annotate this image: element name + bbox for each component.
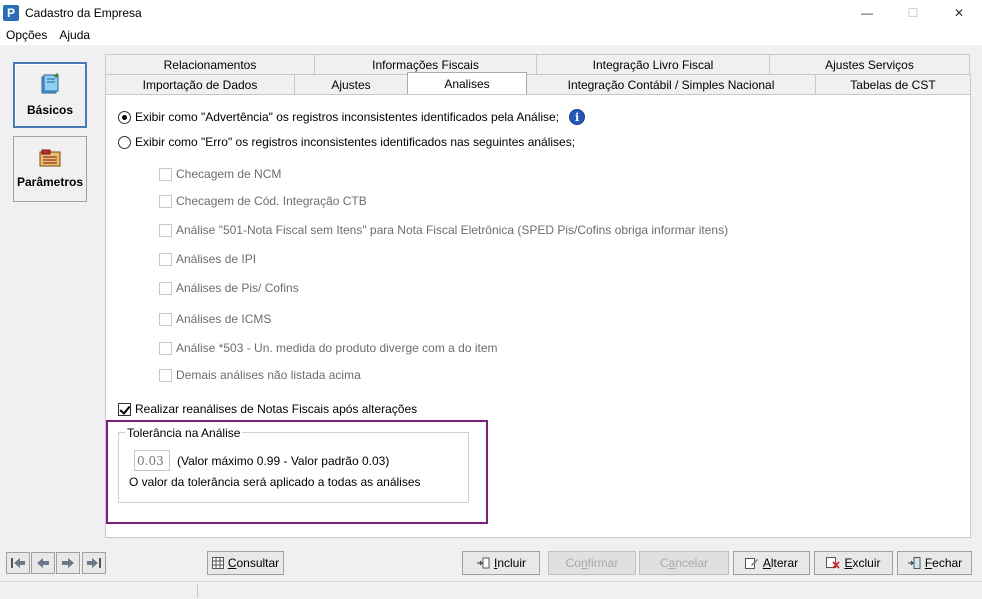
menu-ajuda[interactable]: Ajuda (53, 28, 96, 42)
close-button[interactable]: ✕ (936, 0, 982, 25)
check-ipi[interactable]: Análises de IPI (159, 252, 256, 266)
checkbox[interactable] (159, 281, 172, 295)
next-icon (62, 558, 74, 568)
nav-prev-button[interactable] (31, 552, 55, 574)
check-label: Análises de ICMS (176, 312, 272, 326)
prev-icon (37, 558, 49, 568)
app-icon: P (3, 4, 19, 21)
radio-error-label: Exibir como "Erro" os registros inconsis… (135, 135, 576, 149)
tolerance-group: Tolerância na Análise 0.03 (Valor máximo… (118, 426, 469, 503)
check-501[interactable]: Análise "501-Nota Fiscal sem Itens" para… (159, 223, 728, 237)
radio-error-indicator[interactable] (118, 135, 131, 149)
radio-error[interactable]: Exibir como "Erro" os registros inconsis… (118, 135, 575, 149)
consultar-button[interactable]: Consultar (207, 551, 284, 575)
tolerance-note: O valor da tolerância será aplicado a to… (129, 475, 421, 489)
tolerance-input[interactable]: 0.03 (134, 450, 170, 471)
exit-icon (907, 557, 921, 569)
window-title: Cadastro da Empresa (25, 5, 142, 20)
tab-informacoes-fiscais[interactable]: Informações Fiscais (314, 54, 537, 74)
minimize-button[interactable]: — (844, 0, 890, 25)
menu-opcoes[interactable]: Opções (0, 28, 53, 42)
check-cod-integracao[interactable]: Checagem de Cód. Integração CTB (159, 194, 367, 208)
table-icon (211, 557, 224, 569)
check-pis-cofins[interactable]: Análises de Pis/ Cofins (159, 281, 299, 295)
check-label: Análises de IPI (176, 252, 257, 266)
tab-integracao-contabil[interactable]: Integração Contábil / Simples Nacional (526, 74, 816, 94)
edit-icon (744, 558, 758, 569)
tab-ajustes-servicos[interactable]: Ajustes Serviços (769, 54, 970, 74)
maximize-button[interactable]: ☐ (890, 0, 936, 25)
checkbox[interactable] (159, 312, 172, 326)
fechar-button[interactable]: Fechar (897, 551, 972, 575)
analises-panel: Exibir como "Advertência" os registros i… (105, 94, 971, 538)
checkbox[interactable] (159, 252, 172, 266)
radio-warning-indicator[interactable] (118, 110, 131, 124)
check-label: Análise *503 - Un. medida do produto div… (176, 341, 498, 355)
checkbox[interactable] (159, 194, 172, 208)
last-icon (87, 558, 101, 568)
incluir-button[interactable]: Incluir (462, 551, 540, 575)
sidebar-item-label: Parâmetros (16, 175, 84, 189)
nav-next-button[interactable] (56, 552, 80, 574)
sidebar: Básicos Parâmetros (13, 62, 87, 210)
excluir-button[interactable]: Excluir (814, 551, 893, 575)
check-label: Checagem de Cód. Integração CTB (176, 194, 367, 208)
title-bar: P Cadastro da Empresa — ☐ ✕ (0, 0, 982, 25)
action-bar: Consultar Incluir Co n firmar Ca ncelar Alt… (0, 548, 982, 578)
checkbox[interactable] (159, 368, 172, 382)
tab-analises[interactable]: Analises (407, 72, 527, 94)
check-label: Análises de Pis/ Cofins (176, 281, 299, 295)
checkbox[interactable] (159, 167, 172, 181)
tab-importacao-de-dados[interactable]: Importação de Dados (105, 74, 295, 94)
sidebar-item-parametros[interactable]: Parâmetros (13, 136, 87, 202)
sidebar-item-label: Básicos (26, 103, 74, 117)
tab-ajustes[interactable]: Ajustes (294, 74, 408, 94)
tolerance-desc: (Valor máximo 0.99 - Valor padrão 0.03) (177, 454, 390, 468)
tolerance-title: Tolerância na Análise (125, 426, 243, 440)
check-label: Realizar reanálises de Notas Fiscais apó… (135, 402, 418, 416)
confirmar-button[interactable]: Co n firmar (548, 551, 636, 575)
alterar-button[interactable]: Alterar (733, 551, 810, 575)
check-reanalise[interactable]: Realizar reanálises de Notas Fiscais apó… (118, 402, 417, 416)
folder-icon (39, 149, 61, 167)
check-icms[interactable]: Análises de ICMS (159, 312, 271, 326)
nav-first-button[interactable] (6, 552, 30, 574)
check-503[interactable]: Análise *503 - Un. medida do produto div… (159, 341, 498, 355)
info-icon[interactable]: i (569, 109, 586, 125)
sidebar-item-basicos[interactable]: Básicos (13, 62, 87, 128)
checkbox[interactable] (159, 223, 172, 237)
add-icon (476, 557, 490, 569)
check-label: Checagem de NCM (176, 167, 282, 181)
tab-tabelas-de-cst[interactable]: Tabelas de CST (815, 74, 971, 94)
radio-warning[interactable]: Exibir como "Advertência" os registros i… (118, 109, 586, 125)
first-icon (11, 558, 25, 568)
check-label: Demais análises não listada acima (176, 368, 361, 382)
status-separator (197, 584, 198, 598)
delete-icon (826, 557, 841, 569)
book-icon (41, 73, 59, 94)
cancelar-button[interactable]: Ca ncelar (639, 551, 729, 575)
checkbox[interactable] (159, 341, 172, 355)
menu-bar: Opções Ajuda (0, 25, 982, 45)
radio-warning-label: Exibir como "Advertência" os registros i… (135, 110, 560, 124)
checkbox[interactable] (118, 402, 131, 416)
nav-last-button[interactable] (82, 552, 106, 574)
check-demais[interactable]: Demais análises não listada acima (159, 368, 361, 382)
status-bar (0, 581, 982, 599)
check-label: Análise "501-Nota Fiscal sem Itens" para… (176, 223, 729, 237)
tab-relacionamentos[interactable]: Relacionamentos (105, 54, 315, 74)
tab-integracao-livro-fiscal[interactable]: Integração Livro Fiscal (536, 54, 770, 74)
check-ncm[interactable]: Checagem de NCM (159, 167, 281, 181)
